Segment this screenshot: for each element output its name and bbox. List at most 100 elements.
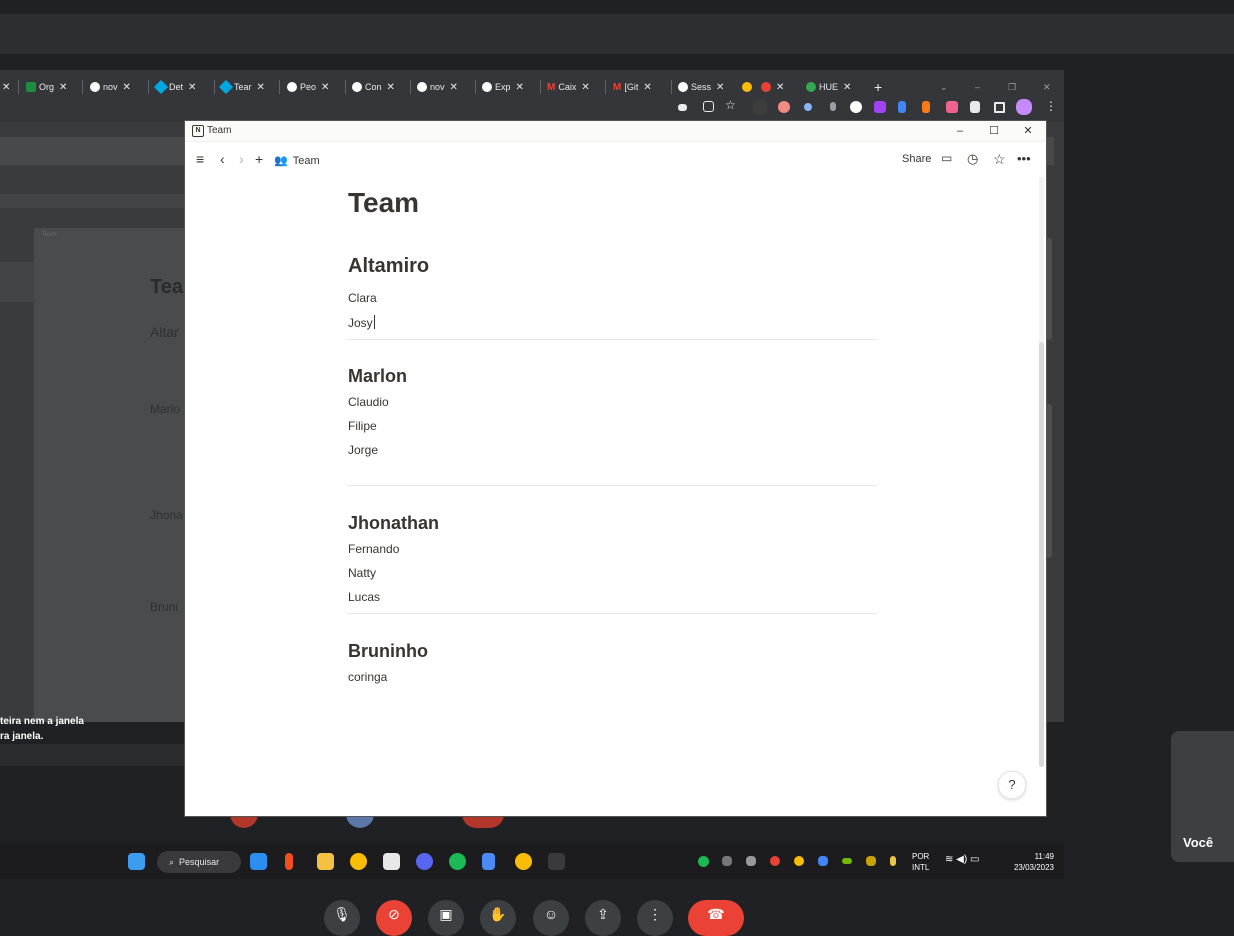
close-icon[interactable]: ✕ — [123, 82, 131, 93]
present-button[interactable]: ⇪ — [585, 900, 621, 936]
member-item[interactable]: Josy — [348, 315, 375, 330]
more-vert-icon[interactable]: ⋮ — [1045, 99, 1057, 113]
close-icon[interactable]: ✕ — [2, 82, 10, 93]
puzzle-icon[interactable] — [970, 101, 980, 113]
tray-icon[interactable] — [794, 856, 804, 866]
browser-tab-partial[interactable]: ✕ — [0, 76, 10, 98]
close-icon[interactable]: ✕ — [387, 82, 395, 93]
browser-tab-active[interactable]: ✕ — [742, 76, 784, 98]
share-button[interactable]: Share — [902, 153, 931, 165]
tray-icon[interactable] — [818, 856, 828, 866]
team-heading[interactable]: Jhonathan — [348, 513, 439, 534]
scrollbar-thumb[interactable] — [1039, 342, 1044, 767]
tab-search-icon[interactable]: ⌄ — [940, 76, 948, 98]
star-icon[interactable]: ☆ — [725, 98, 736, 112]
reactions-button[interactable]: ☺ — [533, 900, 569, 936]
figma-icon[interactable] — [285, 853, 293, 870]
extension-icon[interactable] — [922, 101, 930, 113]
team-heading[interactable]: Bruninho — [348, 641, 428, 662]
more-options-icon[interactable]: ••• — [1017, 151, 1031, 166]
scrollbar[interactable] — [1039, 177, 1044, 767]
close-window-icon[interactable]: ✕ — [1043, 76, 1051, 98]
browser-tab[interactable]: nov ✕ — [417, 76, 458, 98]
forward-arrow-icon[interactable]: › — [239, 151, 244, 167]
camera-off-button[interactable]: ⊘ — [376, 900, 412, 936]
close-icon[interactable]: ✕ — [516, 82, 524, 93]
browser-tab[interactable]: Sess ✕ — [678, 76, 724, 98]
taskbar-search[interactable]: ⌕ Pesquisar — [157, 851, 241, 873]
raise-hand-button[interactable]: ✋ — [480, 900, 516, 936]
browser-tab[interactable]: Con ✕ — [352, 76, 395, 98]
member-item[interactable]: Filipe — [348, 419, 377, 433]
spotify-icon[interactable] — [449, 853, 466, 870]
close-icon[interactable]: ✕ — [581, 82, 589, 93]
member-item[interactable]: Natty — [348, 566, 376, 580]
close-icon[interactable]: ✕ — [643, 82, 651, 93]
wifi-icon[interactable]: ≋ ◀) ▭ — [945, 854, 979, 865]
updates-clock-icon[interactable]: ◷ — [967, 151, 978, 167]
mic-extension-icon[interactable] — [830, 102, 836, 111]
sidepanel-icon[interactable] — [994, 102, 1005, 113]
language-indicator[interactable]: POR INTL — [912, 851, 929, 873]
minimize-icon[interactable]: – — [975, 76, 980, 98]
leave-call-button[interactable]: ☎ — [688, 900, 744, 936]
chrome-icon[interactable] — [515, 853, 532, 870]
maximize-button[interactable]: ☐ — [980, 123, 1008, 139]
headset-tray-icon[interactable] — [722, 856, 732, 866]
browser-tab[interactable]: Peo ✕ — [287, 76, 329, 98]
favorite-star-icon[interactable]: ☆ — [993, 151, 1006, 168]
minimize-button[interactable]: – — [946, 123, 974, 139]
folder-icon[interactable] — [317, 853, 334, 870]
member-item[interactable]: Lucas — [348, 590, 380, 604]
windows-start-icon[interactable] — [128, 853, 145, 870]
new-tab-button[interactable]: + — [874, 76, 882, 98]
browser-tab[interactable]: Exp ✕ — [482, 76, 524, 98]
discord-icon[interactable] — [416, 853, 433, 870]
sidebar-menu-icon[interactable]: ≡ — [196, 151, 204, 167]
spotify-tray-icon[interactable] — [698, 856, 709, 867]
mic-tray-icon[interactable] — [890, 856, 896, 866]
browser-tab[interactable]: Org ✕ — [26, 76, 67, 98]
avatar[interactable] — [1016, 99, 1032, 115]
extension-icon[interactable] — [778, 101, 790, 113]
page-title[interactable]: Team — [348, 187, 419, 219]
more-options-button[interactable]: ⋮ — [637, 900, 673, 936]
help-button[interactable]: ? — [998, 771, 1026, 799]
nvidia-tray-icon[interactable] — [842, 858, 852, 864]
browser-tab[interactable]: Tear ✕ — [218, 76, 265, 98]
team-heading[interactable]: Altamiro — [348, 255, 429, 278]
self-view-tile[interactable]: Você — [1171, 731, 1234, 862]
close-icon[interactable]: ✕ — [450, 82, 458, 93]
member-item[interactable]: Jorge — [348, 443, 378, 457]
extension-icon[interactable] — [874, 101, 886, 113]
close-icon[interactable]: ✕ — [716, 82, 724, 93]
extension-icon[interactable] — [898, 101, 906, 113]
back-arrow-icon[interactable]: ‹ — [220, 151, 225, 167]
mic-button[interactable]: 🎙 — [324, 900, 360, 936]
tray-icon[interactable] — [866, 856, 876, 866]
member-item[interactable]: Fernando — [348, 542, 399, 556]
tray-icon[interactable] — [770, 856, 780, 866]
browser-tab[interactable]: Det ✕ — [153, 76, 196, 98]
browser-tab[interactable]: HUE ✕ — [806, 76, 851, 98]
breadcrumb[interactable]: 👥 Team — [274, 154, 320, 168]
extension-icon[interactable] — [804, 103, 812, 111]
close-icon[interactable]: ✕ — [257, 82, 265, 93]
member-item[interactable]: Claudio — [348, 395, 389, 409]
tray-icon[interactable] — [746, 856, 756, 866]
formula-icon[interactable] — [752, 99, 768, 115]
new-page-icon[interactable]: + — [255, 151, 263, 167]
close-icon[interactable]: ✕ — [776, 82, 784, 93]
browser-tab[interactable]: M Caix ✕ — [547, 76, 590, 98]
clock[interactable]: 11:49 23/03/2023 — [1006, 851, 1054, 873]
restore-icon[interactable]: ❐ — [1008, 76, 1016, 98]
member-item[interactable]: coringa — [348, 670, 387, 684]
chrome-icon[interactable] — [350, 853, 367, 870]
captions-button[interactable]: ▣ — [428, 900, 464, 936]
notion-icon[interactable] — [383, 853, 400, 870]
vscode-icon[interactable] — [250, 853, 267, 870]
member-item[interactable]: Clara — [348, 291, 377, 305]
extension-icon[interactable] — [946, 101, 958, 113]
close-button[interactable]: ✕ — [1014, 123, 1042, 139]
terminal-icon[interactable] — [548, 853, 565, 870]
